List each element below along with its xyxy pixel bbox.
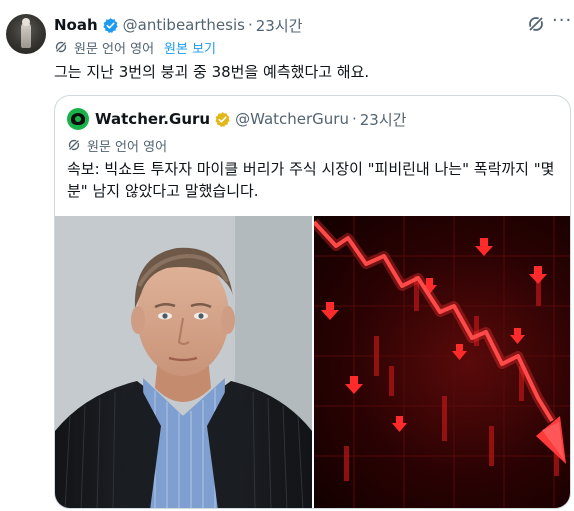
translate-icon [55,41,67,53]
quote-author-name[interactable]: Watcher.Guru [95,110,210,128]
quote-translate-row: 원문 언어 영어 [67,136,168,155]
tweet-time[interactable]: 23시간 [256,15,303,36]
tweet-header: Noah @antibearthesis · 23시간 [54,14,302,36]
quote-author-handle[interactable]: @WatcherGuru [235,110,349,128]
show-original-link[interactable]: 원본 보기 [164,38,216,57]
author-name[interactable]: Noah [54,16,98,34]
quote-time[interactable]: 23시간 [360,109,407,130]
tweet[interactable]: Noah @antibearthesis · 23시간 ··· 원문 언어 영어… [0,0,574,511]
header-separator: · [247,16,253,34]
market-crash-image[interactable] [314,216,570,508]
verified-badge-icon [103,17,118,33]
avatar-figure-head [22,18,30,26]
quoted-tweet[interactable]: Watcher.Guru @WatcherGuru · 23시간 원문 언어 영… [54,95,571,509]
quote-avatar-iris [75,116,81,122]
quote-text: 속보: 빅쇼트 투자자 마이클 버리가 주식 시장이 "피비린내 나는" 폭락까… [67,160,555,200]
quote-header: Watcher.Guru @WatcherGuru · 23시간 [67,108,406,130]
author-handle[interactable]: @antibearthesis [123,16,245,34]
quote-media[interactable] [55,216,570,508]
avatar[interactable] [6,14,46,54]
translate-icon [68,139,80,151]
grok-icon[interactable] [526,14,546,34]
gold-verified-icon [215,111,230,127]
more-icon[interactable]: ··· [552,12,572,34]
quote-avatar[interactable] [67,108,89,130]
portrait-photo[interactable] [55,216,312,508]
crash-chart-illustration [314,216,570,508]
quote-header-separator: · [351,110,357,128]
translate-row: 원문 언어 영어 원본 보기 [54,38,216,57]
tweet-text: 그는 지난 3번의 붕괴 중 38번을 예측했다고 해요. [54,63,370,81]
quote-translate-label: 원문 언어 영어 [87,139,168,155]
translate-label: 원문 언어 영어 [74,41,155,57]
portrait-illustration [55,216,312,508]
